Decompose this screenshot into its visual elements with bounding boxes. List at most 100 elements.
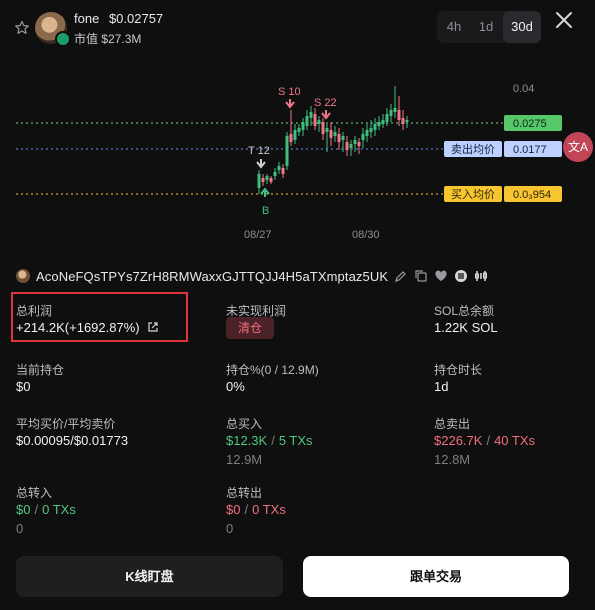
avg-price-label: 平均买价/平均卖价 xyxy=(16,417,116,431)
candle-body xyxy=(361,134,365,140)
candle-body xyxy=(285,136,289,166)
hold-duration-value: 1d xyxy=(434,379,449,394)
total-buy-sub: 12.9M xyxy=(226,452,263,467)
price-chart[interactable]: 0.04 0.0275 卖出均价 0.0177 买入均价 0.0₃954 T 1… xyxy=(0,70,595,250)
candle-body xyxy=(341,136,345,140)
marker-s22-label: S 22 xyxy=(314,97,337,109)
total-buy-value: $12.3K/5 TXs xyxy=(226,433,313,448)
total-buy-txs: 5 TXs xyxy=(278,433,313,448)
sol-balance-label: SOL总余额 xyxy=(434,304,495,318)
candle-body xyxy=(357,142,361,146)
marker-s10-label: S 10 xyxy=(278,86,301,98)
hold-duration-label: 持仓时长 xyxy=(434,363,483,377)
total-profit-amount: +214.2K(+1692.87%) xyxy=(16,320,140,335)
current-position-label: 当前持仓 xyxy=(16,363,65,377)
candle-body xyxy=(293,130,297,140)
candle-body xyxy=(401,118,405,124)
transfer-in-value: $0/0 TXs xyxy=(16,502,76,517)
translate-button[interactable]: 文A xyxy=(563,132,593,162)
buy-avg-label: 买入均价 xyxy=(451,188,495,201)
timeframe-1d[interactable]: 1d xyxy=(471,11,501,43)
favorite-star-icon[interactable] xyxy=(14,20,30,36)
candle-body xyxy=(369,128,373,132)
transfer-out-sub: 0 xyxy=(226,521,234,536)
transfer-in-sub: 0 xyxy=(16,521,24,536)
copy-icon[interactable] xyxy=(414,269,428,283)
marker-t12-label: T 12 xyxy=(248,145,270,157)
marker-b-arrow-icon xyxy=(260,187,270,197)
transfer-in-amount: $0 xyxy=(16,502,31,517)
token-title: fone $0.02757 xyxy=(74,11,163,26)
candle-body xyxy=(257,174,261,188)
transfer-out-amount: $0 xyxy=(226,502,241,517)
candle-body xyxy=(325,128,329,132)
chain-badge-icon xyxy=(55,31,71,47)
candle-body xyxy=(333,132,337,136)
candle-body xyxy=(313,114,317,126)
wallet-address[interactable]: AcoNeFQsTPYs7ZrH8RMWaxxGJTTQJJ4H5aTXmpta… xyxy=(36,269,388,284)
candle-body xyxy=(301,122,305,130)
market-cap: 市值 $27.3M xyxy=(74,32,142,46)
candle-body xyxy=(269,178,273,182)
candle-body xyxy=(337,134,341,142)
clear-position-button[interactable]: 清仓 xyxy=(226,317,274,339)
heart-icon[interactable] xyxy=(434,269,448,283)
current-price-tag-text: 0.0275 xyxy=(513,118,547,130)
candle-body xyxy=(329,130,333,138)
candle-body xyxy=(389,110,393,116)
candle-body xyxy=(373,124,377,130)
candle-body xyxy=(277,166,281,170)
marker-s22-arrow-icon xyxy=(321,110,331,120)
position-pct-value: 0% xyxy=(226,379,245,394)
total-buy-label: 总买入 xyxy=(226,417,263,431)
copy-trade-button[interactable]: 跟单交易 xyxy=(303,556,569,597)
solscan-icon[interactable] xyxy=(454,269,468,283)
token-price: $0.02757 xyxy=(108,11,164,26)
candle-body xyxy=(261,178,265,182)
sell-avg-value: 0.0177 xyxy=(513,144,547,156)
sol-balance-value: 1.22K SOL xyxy=(434,320,498,335)
candle-body xyxy=(353,140,357,144)
transfer-out-txs: 0 TXs xyxy=(252,502,286,517)
transfer-in-label: 总转入 xyxy=(16,486,53,500)
candle-body xyxy=(381,120,385,124)
candle-body xyxy=(305,116,309,126)
total-sell-label: 总卖出 xyxy=(434,417,471,431)
candle-body xyxy=(289,134,293,142)
marker-t12-arrow-icon xyxy=(256,159,266,169)
close-icon[interactable] xyxy=(554,10,574,30)
timeframe-selector: 4h 1d 30d xyxy=(437,11,541,43)
candle-body xyxy=(273,172,277,176)
candle-body xyxy=(393,108,397,112)
x-axis-label-0827: 08/27 xyxy=(244,229,272,241)
candle-body xyxy=(297,128,301,132)
kline-watch-button[interactable]: K线盯盘 xyxy=(16,556,283,597)
x-axis-label-0830: 08/30 xyxy=(352,229,380,241)
transfer-out-label: 总转出 xyxy=(226,486,263,500)
candle-body xyxy=(265,176,269,180)
total-sell-amount: $226.7K xyxy=(434,433,483,448)
total-buy-amount: $12.3K xyxy=(226,433,268,448)
candle-body xyxy=(349,144,353,148)
timeframe-30d[interactable]: 30d xyxy=(503,11,541,43)
marker-b-label: B xyxy=(262,205,269,217)
candle-body xyxy=(317,120,321,124)
marker-s10-arrow-icon xyxy=(285,99,295,109)
chart-link-icon[interactable] xyxy=(474,269,488,283)
sell-avg-label: 卖出均价 xyxy=(451,142,495,156)
transfer-out-value: $0/0 TXs xyxy=(226,502,286,517)
total-profit-label: 总利润 xyxy=(16,304,53,318)
external-link-icon[interactable] xyxy=(147,321,159,333)
timeframe-4h[interactable]: 4h xyxy=(437,11,471,43)
total-sell-txs: 40 TXs xyxy=(494,433,536,448)
candle-body xyxy=(385,114,389,122)
candle-body xyxy=(309,112,313,118)
edit-pencil-icon[interactable] xyxy=(394,269,408,283)
y-axis-label-top: 0.04 xyxy=(513,83,534,95)
wallet-row: AcoNeFQsTPYs7ZrH8RMWaxxGJTTQJJ4H5aTXmpta… xyxy=(16,266,488,286)
total-sell-sub: 12.8M xyxy=(434,452,471,467)
avg-price-value: $0.00095/$0.01773 xyxy=(16,433,129,448)
buy-avg-value: 0.0₃954 xyxy=(513,189,551,201)
candle-body xyxy=(365,130,369,136)
current-position-value: $0 xyxy=(16,379,31,394)
